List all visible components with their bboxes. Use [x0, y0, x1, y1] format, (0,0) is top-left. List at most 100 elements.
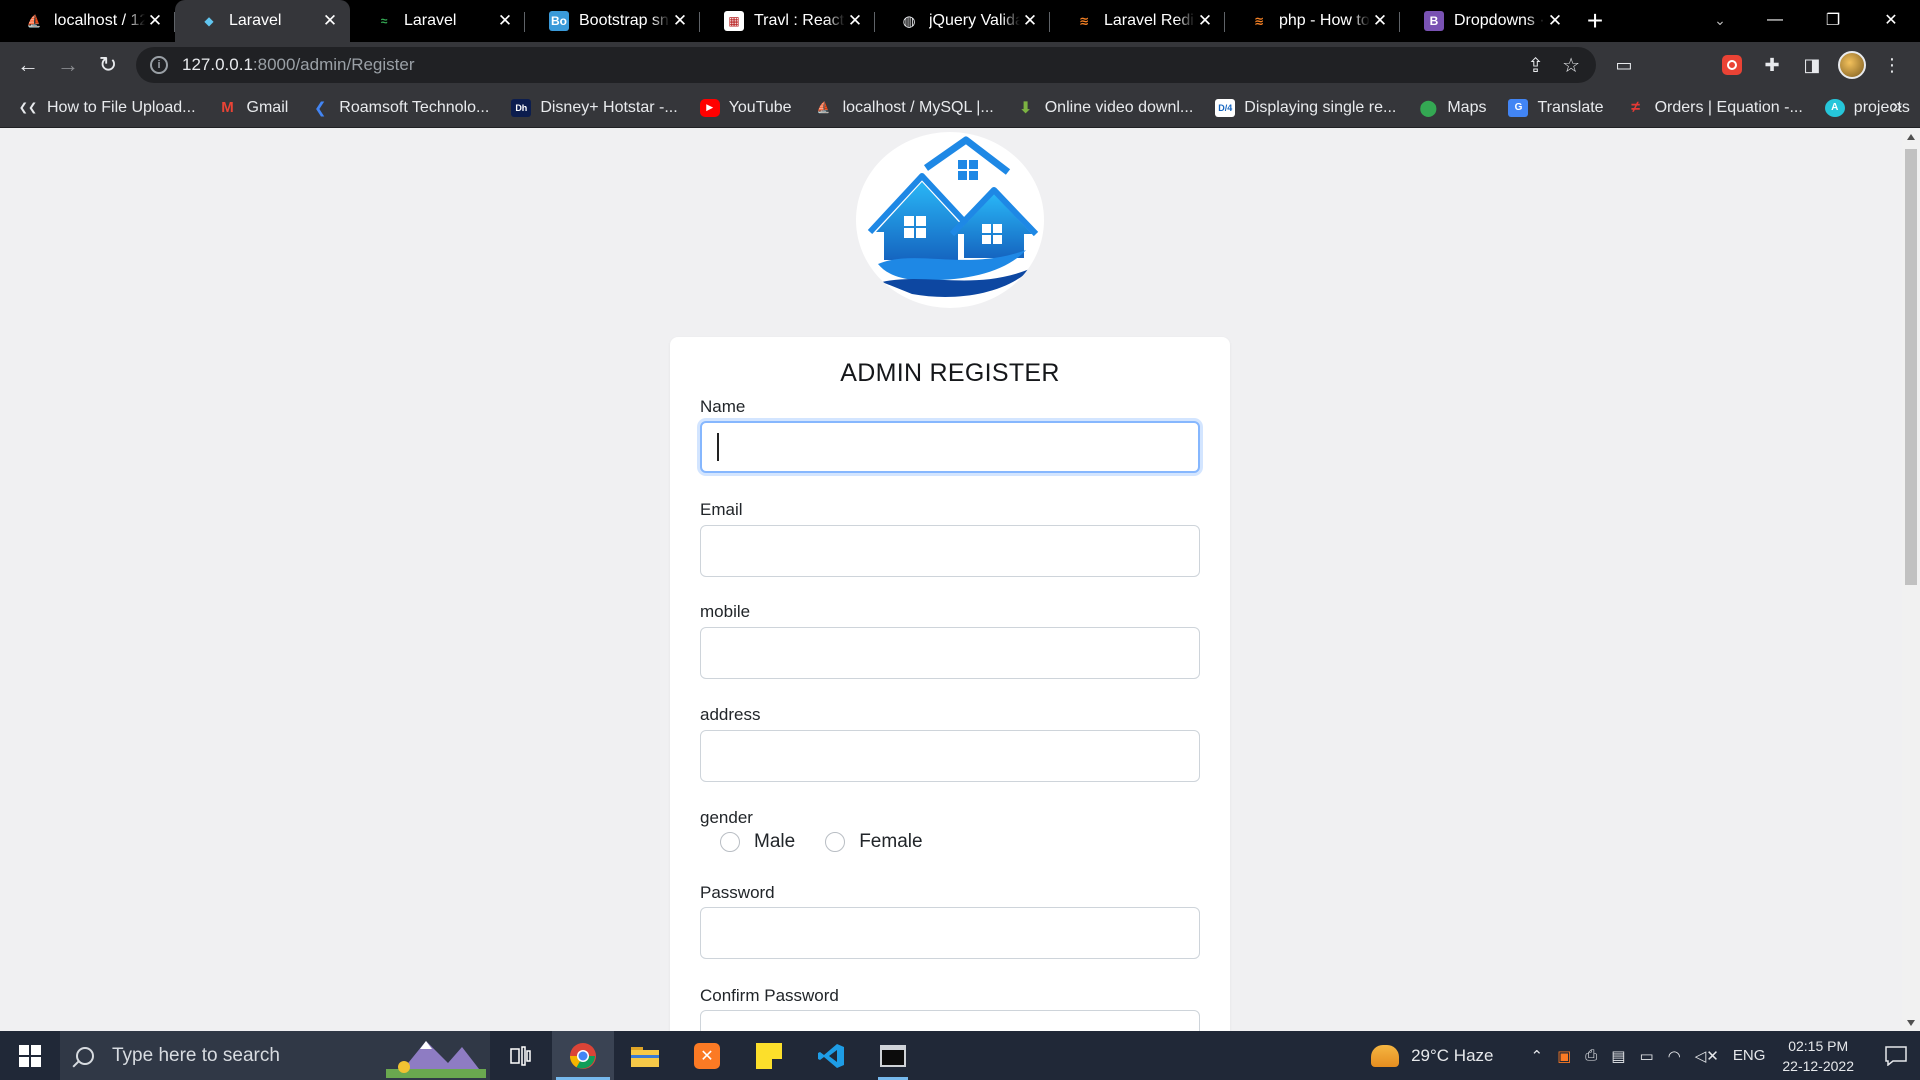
- email-input[interactable]: [700, 525, 1200, 577]
- bookmark-item[interactable]: ▶ YouTube: [699, 98, 792, 117]
- scrollbar-thumb[interactable]: [1905, 149, 1917, 585]
- bookmark-item[interactable]: M Gmail: [218, 99, 288, 117]
- bookmark-item[interactable]: ≠ Orders | Equation -...: [1626, 99, 1803, 117]
- windows-taskbar: Type here to search ✕ 29°C Haze ⌃ ▣ ⎙ ▤: [0, 1031, 1920, 1080]
- task-view-icon[interactable]: [490, 1031, 552, 1080]
- search-placeholder: Type here to search: [112, 1044, 280, 1066]
- wifi-icon[interactable]: ◠: [1668, 1047, 1681, 1065]
- youtube-icon: ▶: [699, 98, 720, 117]
- bookmark-item[interactable]: D/4 Displaying single re...: [1215, 98, 1396, 117]
- more-bookmarks-icon[interactable]: »: [1892, 96, 1902, 117]
- text-caret: [717, 433, 719, 461]
- close-icon[interactable]: ✕: [845, 11, 865, 31]
- scroll-up-arrow-icon[interactable]: [1907, 134, 1915, 140]
- forward-button[interactable]: →: [48, 45, 88, 85]
- site-info-icon[interactable]: i: [150, 56, 168, 74]
- menu-kebab-icon[interactable]: ⋮: [1876, 49, 1908, 81]
- password-input[interactable]: [700, 907, 1200, 959]
- extension-red-icon[interactable]: [1716, 49, 1748, 81]
- bookmark-item[interactable]: Dh Disney+ Hotstar -...: [511, 98, 678, 117]
- gender-female-label: Female: [859, 831, 923, 852]
- gender-male-radio[interactable]: [720, 832, 740, 852]
- notification-center-icon[interactable]: [1872, 1031, 1920, 1080]
- bookmark-item[interactable]: ❮❮ How to File Upload...: [18, 99, 196, 117]
- confirm-password-input[interactable]: [700, 1010, 1200, 1031]
- close-icon[interactable]: ✕: [495, 11, 515, 31]
- tab-jquery[interactable]: ◍ jQuery Validation ✕: [875, 0, 1050, 42]
- xampp-tray-icon[interactable]: ▣: [1557, 1047, 1571, 1065]
- display-icon[interactable]: ▤: [1611, 1047, 1625, 1065]
- avatar[interactable]: [1836, 49, 1868, 81]
- close-icon[interactable]: ✕: [1020, 11, 1040, 31]
- close-icon[interactable]: ✕: [145, 11, 165, 31]
- address-input[interactable]: [700, 730, 1200, 782]
- name-input[interactable]: [700, 421, 1200, 473]
- scroll-down-arrow-icon[interactable]: [1907, 1020, 1915, 1026]
- tab-laravel[interactable]: ≈ Laravel ✕: [350, 0, 525, 42]
- tab-search-button[interactable]: ⌄: [1700, 0, 1740, 40]
- tab-bootsnipp[interactable]: Bo Bootstrap snippets ✕: [525, 0, 700, 42]
- gender-female-radio[interactable]: [825, 832, 846, 852]
- clock[interactable]: 02:15 PM 22-12-2022: [1782, 1036, 1854, 1076]
- window-controls: — ❐ ✕: [1746, 0, 1920, 42]
- maps-icon: ⬤: [1419, 99, 1438, 117]
- clock-date: 22-12-2022: [1782, 1057, 1854, 1074]
- address-bar[interactable]: i 127.0.0.1:8000/admin/Register ⇪ ☆: [136, 47, 1596, 83]
- page-scrollbar[interactable]: [1902, 129, 1920, 1031]
- tab-stackoverflow[interactable]: ≋ Laravel Redirect ✕: [1050, 0, 1225, 42]
- share-icon[interactable]: ⇪: [1527, 53, 1544, 78]
- terminal-icon[interactable]: [862, 1031, 924, 1080]
- tab-laravel-active[interactable]: ◆ Laravel ✕: [175, 0, 350, 42]
- close-window-button[interactable]: ✕: [1862, 0, 1920, 40]
- reload-button[interactable]: ↻: [88, 45, 128, 85]
- back-button[interactable]: ←: [8, 45, 48, 85]
- tab-stackoverflow[interactable]: ≋ php - How to ✕: [1225, 0, 1400, 42]
- sticky-notes-icon[interactable]: [738, 1031, 800, 1080]
- taskbar-search-box[interactable]: Type here to search: [60, 1031, 490, 1080]
- mobile-input[interactable]: [700, 627, 1200, 679]
- side-panel-icon[interactable]: ◨: [1796, 49, 1828, 81]
- roamsoft-icon: ❮: [314, 99, 327, 117]
- browser-toolbar: ← → ↻ i 127.0.0.1:8000/admin/Register ⇪ …: [0, 42, 1920, 88]
- chevron-up-icon[interactable]: ⌃: [1531, 1047, 1544, 1065]
- gender-label: gender: [700, 808, 753, 827]
- meet-now-icon[interactable]: ⎙: [1585, 1047, 1597, 1064]
- language-indicator[interactable]: ENG: [1733, 1047, 1766, 1064]
- tab-bootstrap[interactable]: B Dropdowns · Bootstrap ✕: [1400, 0, 1575, 42]
- bookmark-item[interactable]: G Translate: [1508, 98, 1604, 117]
- close-icon[interactable]: ✕: [1195, 11, 1215, 31]
- close-icon[interactable]: ✕: [320, 11, 340, 31]
- close-icon[interactable]: ✕: [670, 11, 690, 31]
- bookmark-item[interactable]: ⬤ Maps: [1418, 99, 1486, 117]
- vscode-icon[interactable]: [800, 1031, 862, 1080]
- restore-button[interactable]: ❐: [1804, 0, 1862, 40]
- new-tab-button[interactable]: +: [1575, 0, 1615, 42]
- w3-icon: D/4: [1215, 98, 1236, 117]
- gender-options: Male Female: [720, 831, 923, 853]
- minimize-button[interactable]: —: [1746, 0, 1804, 40]
- xampp-icon[interactable]: ✕: [676, 1031, 738, 1080]
- weather-widget[interactable]: 29°C Haze: [1371, 1044, 1494, 1067]
- bookmark-star-icon[interactable]: ☆: [1562, 53, 1580, 78]
- address-path: :8000/admin/Register: [252, 55, 415, 74]
- close-icon[interactable]: ✕: [1545, 11, 1565, 31]
- bookmark-item[interactable]: ⛵ localhost / MySQL |...: [814, 99, 994, 117]
- bookmark-item[interactable]: ⬇ Online video downl...: [1016, 99, 1193, 117]
- tab-phpmyadmin[interactable]: ⛵ localhost / 127.0.0.1 ✕: [0, 0, 175, 42]
- tab-title: Travl : React Responsive: [754, 12, 845, 29]
- volume-muted-icon[interactable]: ◁✕: [1695, 1047, 1719, 1065]
- chrome-taskbar-icon[interactable]: [552, 1031, 614, 1080]
- extensions-puzzle-icon[interactable]: ✚: [1756, 49, 1788, 81]
- cast-icon[interactable]: ▭: [1608, 49, 1640, 81]
- page-title: ADMIN REGISTER: [840, 359, 1060, 387]
- battery-icon[interactable]: ▭: [1639, 1047, 1653, 1065]
- name-label: Name: [700, 397, 746, 416]
- close-icon[interactable]: ✕: [1370, 11, 1390, 31]
- tab-title: Dropdowns · Bootstrap: [1454, 12, 1545, 29]
- tab-travl[interactable]: ▦ Travl : React Responsive ✕: [700, 0, 875, 42]
- file-explorer-icon[interactable]: [614, 1031, 676, 1080]
- bookmark-item[interactable]: ❮ Roamsoft Technolo...: [310, 99, 489, 117]
- windows-start-icon[interactable]: [0, 1031, 60, 1080]
- tab-title: jQuery Validation: [929, 12, 1020, 29]
- address-label: address: [700, 705, 761, 724]
